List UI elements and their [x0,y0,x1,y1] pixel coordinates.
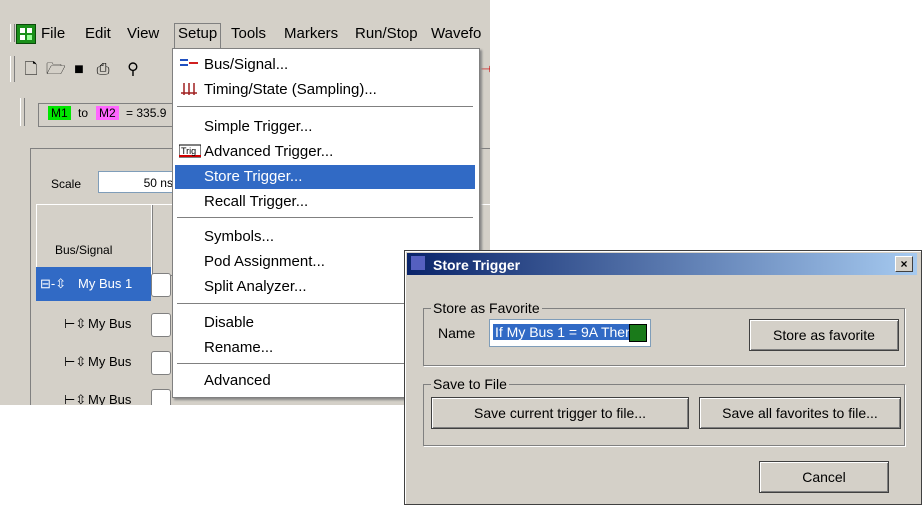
row-value-box[interactable] [151,351,171,375]
open-folder-icon[interactable]: 🗁 [46,61,66,79]
bus-row-label: My Bus [88,392,132,405]
menu-tools[interactable]: Tools [228,24,269,43]
bus-signal-column-header[interactable]: Bus/Signal [36,204,153,276]
menu-setup[interactable]: Setup [174,23,222,48]
bus-row-label: My Bus [88,316,132,331]
bus-row-4[interactable]: ⊢⇳ My Bus [36,383,151,405]
menu-item-label: Disable [204,314,255,331]
dialog-title: Store Trigger [433,257,521,273]
calculator-icon[interactable] [629,324,647,342]
menu-item-bus-signal[interactable]: Bus/Signal... [175,53,475,77]
menu-item-label: Recall Trigger... [204,193,309,210]
find-icon[interactable]: ⚲ [124,61,142,79]
marker-to-text: to [78,106,89,120]
menu-item-label: Rename... [204,339,274,356]
menu-view[interactable]: View [124,24,162,43]
menu-item-recall-trigger[interactable]: Recall Trigger... [175,190,475,214]
menu-item-label: Symbols... [204,228,275,245]
dialog-title-bar[interactable]: Store Trigger × [407,253,917,275]
menu-item-label: Advanced Trigger... [204,143,334,160]
app-icon[interactable] [16,24,36,44]
toolbar-grip [10,56,15,82]
save-current-trigger-button[interactable]: Save current trigger to file... [431,397,689,429]
menu-item-label: Store Trigger... [204,168,303,185]
menubar-grip [10,24,15,42]
bus-tree-icon: ⊢⇳ [64,354,87,369]
menu-markers[interactable]: Markers [281,24,341,43]
bus-row-3[interactable]: ⊢⇳ My Bus [36,345,151,379]
menu-file[interactable]: File [38,24,68,43]
name-label: Name [438,325,476,341]
bus-signal-header-label: Bus/Signal [55,243,113,257]
menu-item-label: Pod Assignment... [204,253,325,270]
bus-tree-icon: ⊢⇳ [64,392,87,405]
menu-bar: File Edit View Setup Tools Markers Run/S… [0,20,490,48]
svg-text:Trig: Trig [181,146,196,156]
markerbar-grip [20,98,25,126]
bus-row-1[interactable]: ⊟-⇳ My Bus 1 [36,267,151,301]
dialog-app-icon [411,256,425,270]
group-caption: Save to File [431,376,509,392]
trig-icon: Trig [178,143,202,159]
row-value-box[interactable] [151,273,171,297]
group-caption: Store as Favorite [431,300,542,316]
bus-signal-icon [179,56,199,72]
name-field-value: If My Bus 1 = 9A Then [493,324,635,340]
bus-row-label: My Bus 1 [78,276,133,291]
marker-m1[interactable]: M1 [48,106,71,120]
marker-delta-value: = 335.9 [126,106,167,120]
bus-row-2[interactable]: ⊢⇳ My Bus [36,307,151,341]
menu-item-label: Split Analyzer... [204,278,307,295]
save-all-favorites-button[interactable]: Save all favorites to file... [699,397,901,429]
menu-item-label: Bus/Signal... [204,56,289,73]
menu-item-simple-trigger[interactable]: Simple Trigger... [175,115,475,139]
new-file-icon[interactable]: 🗋 [22,61,40,79]
marker-m2[interactable]: M2 [96,106,119,120]
menu-item-label: Timing/State (Sampling)... [204,81,377,98]
store-as-favorite-button[interactable]: Store as favorite [749,319,899,351]
close-button[interactable]: × [895,256,913,272]
print-icon[interactable]: ⎙ [94,61,112,79]
menu-separator [177,217,473,219]
menu-item-timing-state[interactable]: Timing/State (Sampling)... [175,78,475,102]
menu-edit[interactable]: Edit [82,24,114,43]
bus-tree-icon: ⊢⇳ [64,316,87,331]
save-icon[interactable]: ■ [70,61,88,79]
scale-label: Scale [51,177,82,191]
menu-separator [177,106,473,108]
row-value-box[interactable] [151,313,171,337]
collapse-tree-icon[interactable]: ⊟-⇳ [40,276,66,292]
bus-row-label: My Bus [88,354,132,369]
menu-item-advanced-trigger[interactable]: Trig Advanced Trigger... [175,140,475,164]
timing-icon [179,81,199,97]
menu-item-store-trigger[interactable]: Store Trigger... [175,165,475,189]
cancel-button[interactable]: Cancel [759,461,889,493]
menu-item-label: Advanced [204,372,271,389]
name-field[interactable]: If My Bus 1 = 9A Then [489,319,651,347]
store-trigger-dialog: Store Trigger × Store as Favorite Name I… [404,250,922,505]
menu-item-symbols[interactable]: Symbols... [175,225,475,249]
menu-run-stop[interactable]: Run/Stop [352,24,421,43]
row-value-box[interactable] [151,389,171,405]
menu-item-label: Simple Trigger... [204,118,313,135]
menu-waveform[interactable]: Wavefo [428,24,484,43]
